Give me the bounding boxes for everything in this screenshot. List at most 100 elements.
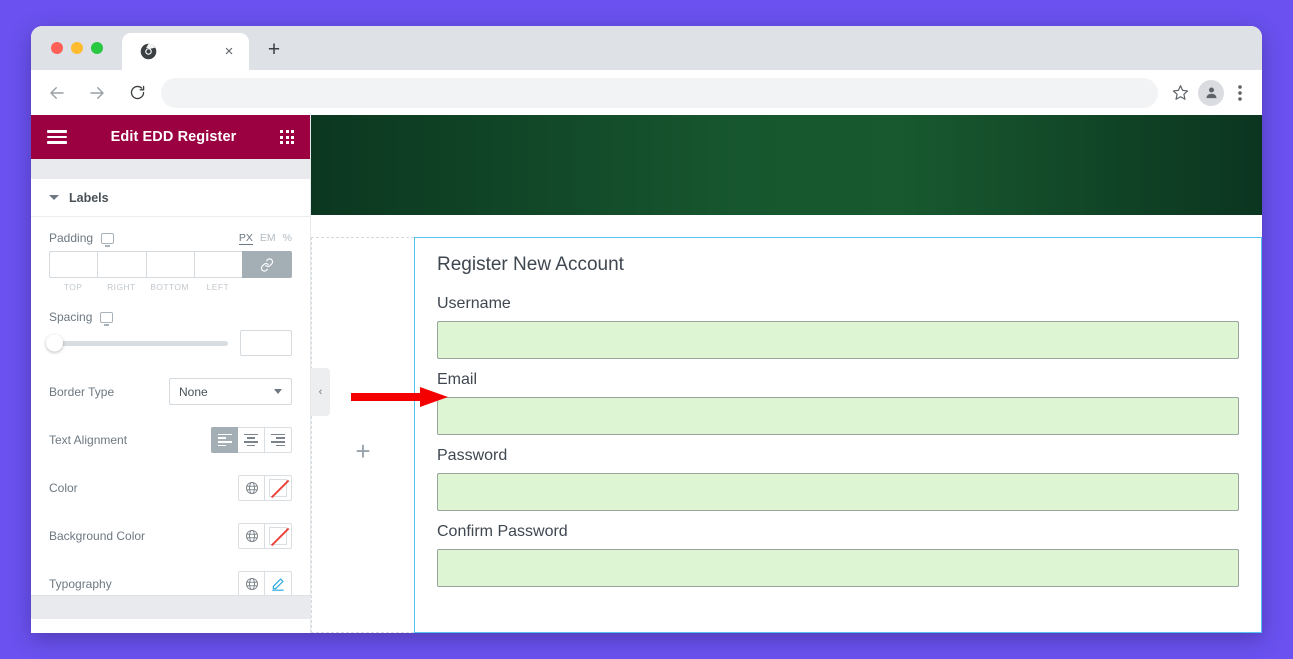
field-group-confirm-password: Confirm Password	[437, 523, 1239, 599]
padding-top-cell: TOP	[49, 251, 98, 292]
padding-top-input[interactable]	[49, 251, 98, 278]
section-title: Labels	[69, 190, 109, 205]
background-color-label: Background Color	[49, 529, 146, 543]
address-bar[interactable]	[161, 77, 1158, 108]
spacing-label-group: Spacing	[49, 310, 114, 326]
browser-window: × + Edit EDD Register Labels Padding PX …	[31, 26, 1262, 633]
empty-column[interactable]: +	[311, 237, 414, 633]
padding-bottom-label: BOTTOM	[150, 282, 189, 292]
pencil-icon[interactable]	[265, 571, 292, 595]
spacing-value-input[interactable]	[240, 330, 292, 356]
section-header-labels[interactable]: Labels	[31, 179, 310, 217]
typography-label: Typography	[49, 577, 112, 591]
field-group-email: Email	[437, 371, 1239, 447]
spacing-control-row: Spacing	[49, 310, 292, 326]
password-label: Password	[437, 447, 508, 464]
hero-banner	[311, 115, 1262, 215]
grid-apps-icon[interactable]	[280, 130, 294, 144]
unit-px[interactable]: PX	[238, 232, 253, 245]
link-chain-icon[interactable]	[242, 251, 292, 278]
username-input[interactable]	[437, 321, 1239, 359]
browser-toolbar	[31, 70, 1262, 115]
color-controls	[238, 475, 292, 501]
address-input[interactable]	[161, 77, 1158, 108]
padding-bottom-input[interactable]	[145, 251, 194, 278]
editor-canvas: + Register New Account Username Email Pa…	[311, 115, 1262, 633]
no-color-icon[interactable]	[265, 523, 292, 549]
maximize-window-button[interactable]	[91, 42, 103, 54]
spacing-slider-handle[interactable]	[46, 334, 63, 352]
page-viewport: Edit EDD Register Labels Padding PX EM %…	[31, 115, 1262, 633]
panel-tabs-bar	[31, 159, 310, 179]
padding-label-group: Padding	[49, 231, 115, 247]
align-left-icon[interactable]	[211, 427, 238, 453]
email-input[interactable]	[437, 397, 1239, 435]
plus-icon[interactable]: +	[355, 438, 370, 464]
minimize-window-button[interactable]	[71, 42, 83, 54]
new-tab-button[interactable]: +	[261, 38, 287, 64]
padding-right-input[interactable]	[97, 251, 146, 278]
field-group-username: Username	[437, 295, 1239, 371]
padding-right-label: RIGHT	[107, 282, 136, 292]
align-right-icon[interactable]	[265, 427, 292, 453]
desktop-icon[interactable]	[101, 232, 115, 247]
star-icon[interactable]	[1166, 79, 1194, 107]
border-type-select[interactable]: None	[169, 378, 292, 405]
browser-tab-strip: × +	[31, 26, 1262, 70]
avatar-icon[interactable]	[1198, 79, 1224, 106]
padding-top-label: TOP	[63, 282, 83, 292]
typography-controls	[238, 571, 292, 595]
unit-em[interactable]: EM	[260, 232, 276, 245]
elementor-panel: Edit EDD Register Labels Padding PX EM %…	[31, 115, 311, 633]
spacing-slider-row	[46, 330, 292, 356]
globe-icon[interactable]	[238, 571, 265, 595]
panel-footer-tail	[31, 619, 310, 633]
panel-header: Edit EDD Register	[31, 115, 310, 159]
form-title: Register New Account	[437, 254, 624, 275]
padding-label: Padding	[49, 231, 94, 245]
page-title: Edit EDD Register	[110, 129, 237, 145]
padding-control-row: Padding PX EM %	[49, 231, 292, 247]
unit-percent[interactable]: %	[283, 232, 292, 245]
arrow-right-icon[interactable]	[82, 78, 112, 108]
padding-bottom-cell: BOTTOM	[145, 251, 194, 292]
background-color-controls	[238, 523, 292, 549]
text-alignment-label: Text Alignment	[49, 433, 128, 447]
three-dot-menu-icon[interactable]	[1228, 79, 1252, 107]
close-icon[interactable]: ×	[221, 43, 237, 59]
panel-footer-bar	[31, 595, 310, 619]
padding-left-cell: LEFT	[193, 251, 242, 292]
field-group-password: Password	[437, 447, 1239, 523]
desktop-icon[interactable]	[100, 311, 114, 326]
close-window-button[interactable]	[51, 42, 63, 54]
confirm-password-input[interactable]	[437, 549, 1239, 587]
caret-down-icon	[49, 195, 59, 200]
align-center-icon[interactable]	[238, 427, 265, 453]
email-label: Email	[437, 371, 478, 388]
globe-icon[interactable]	[238, 523, 265, 549]
hamburger-menu-icon[interactable]	[47, 130, 67, 144]
spacing-slider[interactable]	[46, 334, 228, 352]
chrome-logo-icon	[140, 43, 157, 60]
chevron-down-icon	[274, 389, 282, 394]
globe-icon[interactable]	[238, 475, 265, 501]
background-color-row: Background Color	[49, 523, 292, 549]
no-color-icon[interactable]	[265, 475, 292, 501]
arrow-left-icon[interactable]	[42, 78, 72, 108]
panel-controls: Padding PX EM % TOP RIGHT BOTTOM LEFT Sp…	[31, 217, 310, 595]
padding-left-label: LEFT	[206, 282, 230, 292]
typography-row: Typography	[49, 571, 292, 595]
padding-inputs: TOP RIGHT BOTTOM LEFT	[49, 251, 292, 292]
canvas-section: + Register New Account Username Email Pa…	[311, 215, 1262, 633]
panel-collapse-handle[interactable]: ‹	[311, 368, 330, 416]
browser-tab[interactable]: ×	[122, 33, 249, 70]
spacing-label: Spacing	[49, 310, 93, 324]
text-alignment-group	[211, 427, 292, 453]
register-form-widget[interactable]: Register New Account Username Email Pass…	[414, 237, 1262, 633]
padding-unit-switch: PX EM %	[238, 232, 292, 245]
toolbar-actions	[1166, 79, 1252, 107]
padding-left-input[interactable]	[193, 251, 242, 278]
password-input[interactable]	[437, 473, 1239, 511]
reload-icon[interactable]	[122, 78, 152, 108]
window-traffic-lights	[51, 42, 103, 54]
